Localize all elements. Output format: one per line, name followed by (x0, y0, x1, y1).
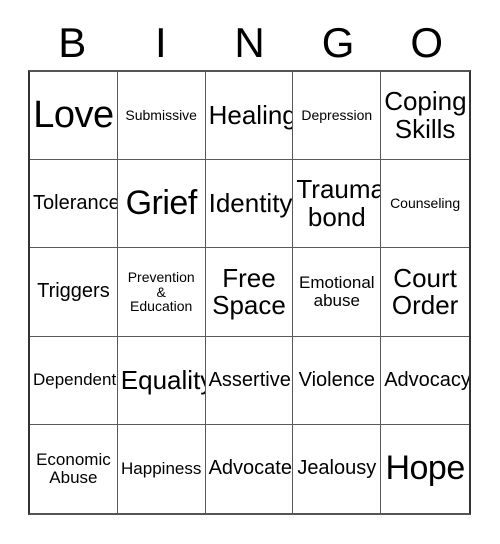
bingo-cell[interactable]: Love (30, 72, 118, 161)
bingo-cell-label: Assertive (208, 368, 291, 391)
bingo-cell-label: Economic Abuse (36, 450, 111, 487)
bingo-header-letter-o: O (410, 19, 443, 66)
bingo-cell[interactable]: Tolerance (30, 160, 118, 249)
bingo-cell-label: Jealousy (297, 457, 377, 480)
bingo-cell-label: Love (33, 93, 114, 136)
bingo-cell-label: Happiness (121, 458, 202, 478)
bingo-cell[interactable]: Prevention & Education (117, 248, 206, 337)
bingo-cell-label: Triggers (37, 280, 110, 303)
bingo-card: B I N G O Love Submissive Healing Depressio… (0, 0, 500, 544)
bingo-grid: Love Submissive Healing Depression Coping Sk… (28, 70, 471, 515)
bingo-header-letter-b: B (58, 19, 87, 66)
bingo-cell-label: Depression (301, 107, 373, 124)
bingo-cell[interactable]: Trauma bond (293, 160, 382, 249)
bingo-cell[interactable]: Emotional abuse (293, 248, 382, 337)
bingo-cell-label: Trauma bond (296, 174, 382, 232)
bingo-cell[interactable]: Violence (293, 336, 382, 425)
bingo-cell-label: Emotional abuse (298, 273, 375, 310)
bingo-cell-label: Prevention & Education (127, 268, 195, 315)
bingo-cell-label: Advocate (208, 457, 292, 480)
bingo-header-letter-i: I (155, 19, 167, 66)
bingo-cell[interactable]: Counseling (381, 160, 469, 249)
bingo-cell-label: Dependent (33, 370, 117, 390)
bingo-cell-label: Tolerance (33, 192, 118, 215)
bingo-cell[interactable]: Dependent (30, 336, 118, 425)
bingo-cell[interactable]: Jealousy (293, 424, 382, 513)
bingo-cell-label: Free Space (212, 262, 286, 320)
bingo-cell-label: Counseling (390, 195, 461, 212)
bingo-cell-label: Coping Skills (384, 86, 467, 144)
bingo-cell-label: Hope (385, 449, 465, 488)
bingo-cell[interactable]: Assertive (205, 336, 294, 425)
bingo-cell[interactable]: Court Order (381, 248, 469, 337)
bingo-cell-label: Equality (120, 364, 206, 395)
bingo-cell[interactable]: Happiness (117, 424, 206, 513)
bingo-cell-label: Grief (125, 183, 198, 222)
bingo-cell-label: Court Order (391, 262, 459, 320)
bingo-cell-label: Healing (208, 99, 294, 130)
bingo-cell-label: Submissive (125, 107, 197, 124)
bingo-cell[interactable]: Grief (117, 160, 206, 249)
bingo-cell[interactable]: Triggers (30, 248, 118, 337)
bingo-cell[interactable]: Depression (293, 72, 382, 161)
bingo-cell[interactable]: Identity (205, 160, 294, 249)
bingo-cell[interactable]: Economic Abuse (30, 424, 118, 513)
bingo-header-letter-n: N (234, 19, 265, 66)
bingo-header-row: B I N G O (28, 16, 471, 70)
bingo-cell[interactable]: Equality (117, 336, 206, 425)
bingo-cell-free-space[interactable]: Free Space (205, 248, 294, 337)
bingo-cell[interactable]: Advocacy (381, 336, 469, 425)
bingo-cell[interactable]: Submissive (117, 72, 206, 161)
bingo-header-letter-g: G (321, 19, 355, 66)
bingo-cell[interactable]: Coping Skills (381, 72, 469, 161)
bingo-cell[interactable]: Hope (381, 424, 469, 513)
bingo-cell-label: Identity (208, 188, 293, 219)
bingo-cell[interactable]: Advocate (205, 424, 294, 513)
bingo-cell-label: Advocacy (384, 368, 469, 391)
bingo-cell[interactable]: Healing (205, 72, 294, 161)
bingo-cell-label: Violence (298, 368, 375, 391)
